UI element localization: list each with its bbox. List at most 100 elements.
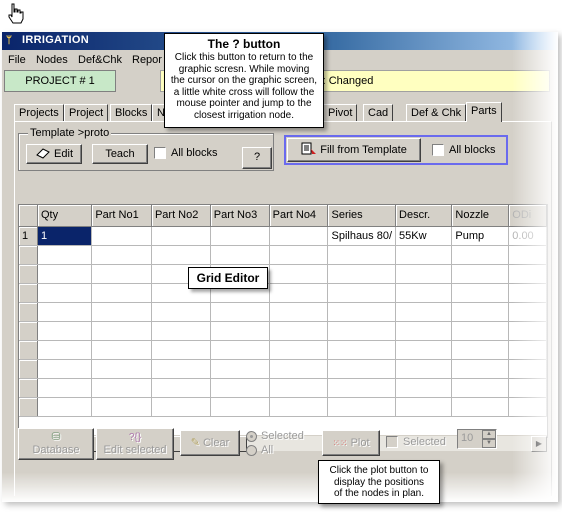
fill-all-blocks-checkbox[interactable] (432, 144, 444, 156)
grid-cell[interactable] (269, 245, 329, 265)
table-row[interactable] (19, 321, 547, 341)
plot-button[interactable]: ⁙⁙ Plot (322, 430, 380, 456)
menu-reports[interactable]: Repor (132, 54, 162, 66)
tab-cad[interactable]: Cad (363, 104, 394, 122)
row-header-cell[interactable] (19, 340, 38, 360)
grid-cell[interactable] (508, 359, 547, 379)
grid-cell[interactable] (451, 302, 510, 322)
menu-defchk[interactable]: Def&Chk (78, 54, 122, 66)
grid-cell[interactable] (37, 302, 93, 322)
all-radio[interactable] (246, 445, 257, 456)
row-header-cell[interactable] (19, 321, 38, 341)
grid-cell[interactable] (451, 340, 510, 360)
tab-parts[interactable]: Parts (466, 102, 502, 122)
spin-down-icon[interactable]: ▼ (482, 439, 496, 448)
grid-cell[interactable] (395, 283, 453, 303)
grid-cell[interactable] (91, 321, 152, 341)
grid-cell[interactable] (451, 359, 510, 379)
all-blocks-checkbox[interactable] (154, 147, 166, 159)
grid-column-header[interactable]: Descr. (395, 205, 453, 227)
table-row[interactable] (19, 340, 547, 360)
grid-cell[interactable] (508, 378, 547, 398)
grid-cell[interactable] (91, 302, 152, 322)
grid-cell[interactable] (91, 226, 152, 246)
tab-pivot[interactable]: Pivot (323, 104, 358, 122)
grid-cell[interactable] (508, 321, 547, 341)
grid-cell[interactable] (508, 264, 547, 284)
grid-cell[interactable] (91, 359, 152, 379)
grid-cell[interactable] (395, 397, 453, 417)
grid-column-header[interactable]: ODi (508, 205, 547, 227)
tab-projects[interactable]: Projects (14, 104, 64, 122)
grid-cell[interactable] (151, 359, 211, 379)
grid-cell[interactable] (451, 397, 510, 417)
grid-cell[interactable] (451, 321, 510, 341)
grid-cell[interactable] (395, 302, 453, 322)
grid-cell[interactable]: Pump (451, 226, 510, 246)
grid-cell[interactable] (269, 321, 329, 341)
grid-cell[interactable] (327, 283, 397, 303)
row-header-cell[interactable]: 1 (19, 226, 38, 246)
help-button[interactable]: ? (242, 147, 272, 169)
grid-cell[interactable] (395, 321, 453, 341)
menu-file[interactable]: File (8, 54, 26, 66)
grid-cell[interactable] (210, 245, 270, 265)
grid-cell[interactable] (210, 378, 270, 398)
grid-corner-header[interactable] (19, 205, 38, 227)
grid-cell[interactable] (210, 340, 270, 360)
grid-cell[interactable] (327, 264, 397, 284)
grid-cell[interactable] (395, 245, 453, 265)
grid-cell[interactable] (451, 245, 510, 265)
grid-cell[interactable] (210, 397, 270, 417)
grid-cell[interactable] (91, 264, 152, 284)
grid-cell[interactable] (395, 340, 453, 360)
grid-cell[interactable] (269, 302, 329, 322)
grid-cell[interactable] (395, 264, 453, 284)
grid-cell[interactable] (37, 359, 93, 379)
grid-cell[interactable] (508, 283, 547, 303)
grid-cell[interactable] (269, 397, 329, 417)
grid-cell[interactable] (327, 397, 397, 417)
table-row[interactable] (19, 302, 547, 322)
grid-cell[interactable] (269, 264, 329, 284)
grid-cell[interactable] (508, 302, 547, 322)
grid-column-header[interactable]: Qty (37, 205, 93, 227)
tab-blocks[interactable]: Blocks (110, 104, 153, 122)
row-header-cell[interactable] (19, 302, 38, 322)
plot-selected-checkbox[interactable] (386, 436, 398, 448)
grid-column-header[interactable]: Part No3 (210, 205, 270, 227)
fill-from-template-button[interactable]: Fill from Template (287, 138, 421, 162)
grid-cell[interactable]: 55Kw (395, 226, 453, 246)
grid-cell[interactable] (37, 397, 93, 417)
grid-cell[interactable] (210, 359, 270, 379)
grid-cell[interactable] (91, 397, 152, 417)
grid-cell[interactable] (269, 359, 329, 379)
grid-cell[interactable] (91, 340, 152, 360)
grid-cell[interactable] (327, 321, 397, 341)
grid-column-header[interactable]: Nozzle (451, 205, 510, 227)
project-button[interactable]: PROJECT # 1 (4, 70, 116, 92)
table-row[interactable] (19, 245, 547, 265)
grid-cell[interactable] (151, 226, 211, 246)
grid-cell[interactable] (327, 302, 397, 322)
grid-cell[interactable] (269, 378, 329, 398)
grid-cell[interactable] (151, 245, 211, 265)
grid-cell[interactable] (451, 378, 510, 398)
database-button[interactable]: ⛁ Database (18, 428, 94, 460)
row-header-cell[interactable] (19, 378, 38, 398)
grid-column-header[interactable]: Part No1 (91, 205, 152, 227)
row-header-cell[interactable] (19, 359, 38, 379)
grid-cell[interactable] (327, 340, 397, 360)
grid-cell[interactable] (210, 226, 270, 246)
grid-cell[interactable] (269, 283, 329, 303)
grid-cell[interactable] (91, 378, 152, 398)
teach-button[interactable]: Teach (92, 144, 148, 164)
spin-up-icon[interactable]: ▲ (482, 430, 496, 439)
grid-cell[interactable] (151, 302, 211, 322)
grid-cell[interactable] (508, 397, 547, 417)
tab-project[interactable]: Project (64, 104, 109, 122)
grid-column-header[interactable]: Part No4 (269, 205, 329, 227)
grid-cell[interactable] (508, 245, 547, 265)
grid-cell[interactable] (327, 245, 397, 265)
edit-selected-button[interactable]: ?{} Edit selected (96, 428, 174, 460)
